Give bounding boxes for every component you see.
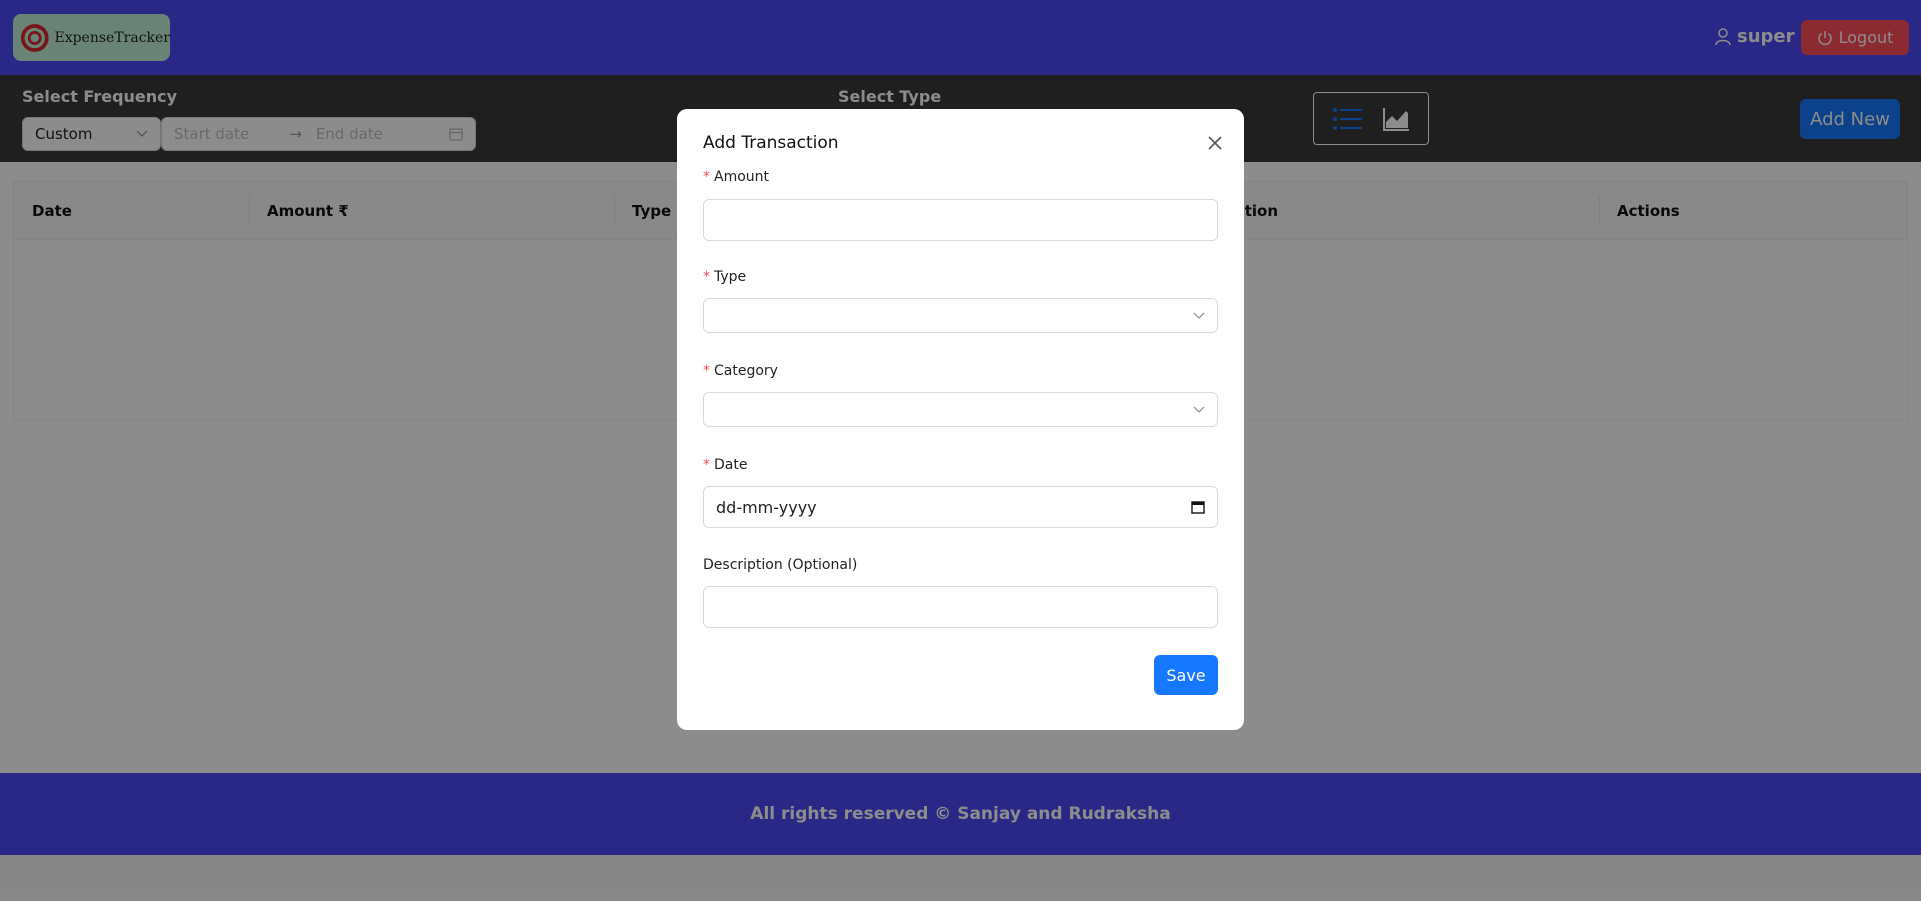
amount-label: * Amount <box>703 169 770 185</box>
save-button[interactable]: Save <box>1154 655 1218 695</box>
date-placeholder: dd-mm-yyyy <box>716 497 817 517</box>
category-label: * Category <box>703 363 778 379</box>
date-input[interactable]: dd-mm-yyyy <box>703 486 1218 528</box>
description-input[interactable] <box>703 586 1218 628</box>
modal-title: Add Transaction <box>703 133 839 153</box>
calendar-icon[interactable] <box>1191 500 1205 514</box>
type-select[interactable] <box>703 298 1218 333</box>
required-mark: * <box>703 269 710 285</box>
required-mark: * <box>703 457 710 473</box>
amount-input[interactable] <box>703 199 1218 241</box>
category-select[interactable] <box>703 392 1218 427</box>
add-transaction-modal: Add Transaction * Amount * Type * Category … <box>677 109 1244 730</box>
required-mark: * <box>703 169 710 185</box>
chevron-down-icon <box>1193 406 1205 413</box>
description-label: Description (Optional) <box>703 557 858 573</box>
required-mark: * <box>703 363 710 379</box>
close-icon[interactable] <box>1205 133 1225 153</box>
date-label: * Date <box>703 457 748 473</box>
chevron-down-icon <box>1193 312 1205 319</box>
type-label: * Type <box>703 269 747 285</box>
